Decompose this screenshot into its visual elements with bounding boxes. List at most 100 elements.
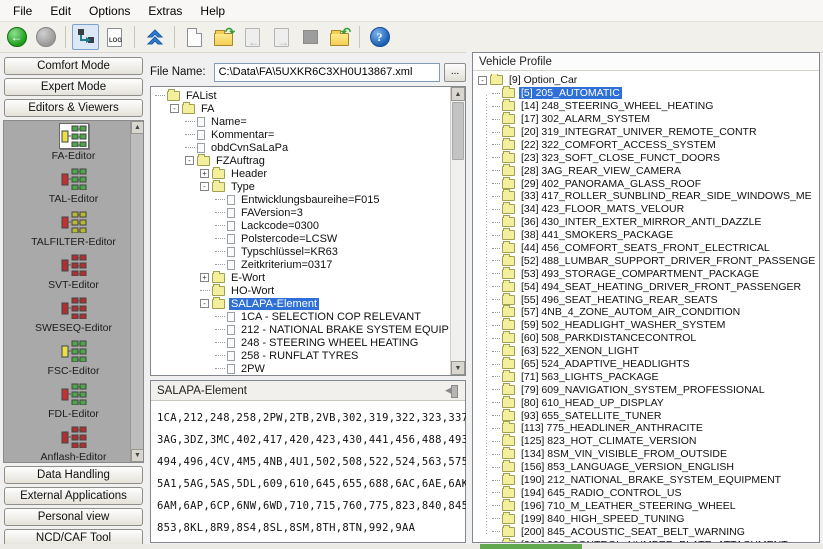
tree-row[interactable]: [93] 655_SATELLITE_TUNER xyxy=(490,408,817,422)
tree-row[interactable]: [200] 845_ACOUSTIC_SEAT_BELT_WARNING xyxy=(490,524,817,538)
salapa-content[interactable]: 1CA,212,248,258,2PW,2TB,2VB,302,319,322,… xyxy=(151,401,475,545)
tree-row[interactable]: - SALAPA-Element xyxy=(153,296,449,310)
sidebar-button-editors-viewers[interactable]: Editors & Viewers xyxy=(4,99,143,117)
collapse-icon[interactable]: - xyxy=(200,182,209,191)
editor-item-svt-editor[interactable]: SVT-Editor xyxy=(4,250,143,293)
tree-row[interactable]: [194] 645_RADIO_CONTROL_US xyxy=(490,485,817,500)
editor-item-sweseq-editor[interactable]: SWESEQ-Editor xyxy=(4,293,143,336)
tree-row[interactable]: [156] 853_LANGUAGE_VERSION_ENGLISH xyxy=(490,460,817,474)
tree-row[interactable]: Typschlüssel=KR63 xyxy=(153,245,449,258)
tree-row[interactable]: [134] 8SM_VIN_VISIBLE_FROM_OUTSIDE xyxy=(490,447,817,461)
tree-row[interactable]: - [9] Option_Car xyxy=(476,74,817,87)
tree-row[interactable]: obdCvnSaLaPa xyxy=(153,141,449,154)
tree-row[interactable]: - FZAuftrag xyxy=(153,153,449,167)
tree-row[interactable]: [17] 302_ALARM_SYSTEM xyxy=(490,112,817,126)
log-document-button[interactable]: LOG xyxy=(101,24,128,50)
tree-row[interactable]: [5] 205_AUTOMATIC xyxy=(490,86,817,100)
tree-row[interactable]: 1CA - SELECTION COP RELEVANT xyxy=(153,310,449,323)
scrollbar-thumb[interactable] xyxy=(452,102,464,160)
tree-row[interactable]: 248 - STEERING WHEEL HEATING xyxy=(153,336,449,349)
connect-button[interactable]: ← xyxy=(3,24,30,50)
tree-row[interactable]: [196] 710_M_LEATHER_STEERING_WHEEL xyxy=(490,498,817,512)
tree-row[interactable]: [54] 494_SEAT_HEATING_DRIVER_FRONT_PASSE… xyxy=(490,279,817,293)
tree-row[interactable]: [33] 417_ROLLER_SUNBLIND_REAR_SIDE_WINDO… xyxy=(490,189,817,203)
tree-row[interactable]: [59] 502_HEADLIGHT_WASHER_SYSTEM xyxy=(490,318,817,332)
editor-item-tal-editor[interactable]: TAL-Editor xyxy=(4,164,143,207)
expand-icon[interactable]: + xyxy=(200,273,209,282)
tree-row[interactable]: [22] 322_COMFORT_ACCESS_SYSTEM xyxy=(490,137,817,151)
tree-row[interactable]: Lackcode=0300 xyxy=(153,219,449,232)
tree-row[interactable]: [63] 522_XENON_LIGHT xyxy=(490,344,817,358)
tree-row[interactable]: [44] 456_COMFORT_SEATS_FRONT_ELECTRICAL xyxy=(490,241,817,255)
tree-row[interactable]: [34] 423_FLOOR_MATS_VELOUR xyxy=(490,202,817,216)
menu-item-options[interactable]: Options xyxy=(80,1,139,21)
tree-row[interactable]: Entwicklungsbaureihe=F015 xyxy=(153,193,449,206)
tree-row[interactable]: [71] 563_LIGHTS_PACKAGE xyxy=(490,369,817,383)
tree-row[interactable]: [199] 840_HIGH_SPEED_TUNING xyxy=(490,511,817,525)
tree-row[interactable]: Zeitkriterium=0317 xyxy=(153,258,449,271)
editor-item-anflash-editor[interactable]: Anflash-Editor xyxy=(4,422,143,462)
collapse-icon[interactable]: - xyxy=(200,299,209,308)
new-file-button[interactable] xyxy=(181,24,208,50)
tree-row[interactable]: Polstercode=LCSW xyxy=(153,232,449,245)
tree-row[interactable]: 258 - RUNFLAT TYRES xyxy=(153,349,449,362)
dock-left-icon[interactable] xyxy=(445,384,459,398)
tree-row[interactable]: [113] 775_HEADLINER_ANTHRACITE xyxy=(490,421,817,435)
help-button[interactable]: ? xyxy=(366,24,393,50)
expand-chevrons-button[interactable] xyxy=(141,24,168,50)
menu-item-edit[interactable]: Edit xyxy=(41,1,80,21)
tree-row[interactable]: [79] 609_NAVIGATION_SYSTEM_PROFESSIONAL xyxy=(490,382,817,396)
menu-item-extras[interactable]: Extras xyxy=(139,1,191,21)
expand-icon[interactable]: + xyxy=(200,169,209,178)
tree-row[interactable]: Kommentar= xyxy=(153,128,449,141)
tree-row[interactable]: [60] 508_PARKDISTANCECONTROL xyxy=(490,331,817,345)
fa-tree-scrollbar[interactable]: ▲ ▼ xyxy=(450,87,465,375)
tree-row[interactable]: FAList xyxy=(153,89,449,102)
tree-row[interactable]: [36] 430_INTER_EXTER_MIRROR_ANTI_DAZZLE xyxy=(490,215,817,229)
tree-row[interactable]: [190] 212_NATIONAL_BRAKE_SYSTEM_EQUIPMEN… xyxy=(490,473,817,487)
tree-row[interactable]: [29] 402_PANORAMA_GLASS_ROOF xyxy=(490,176,817,190)
tree-row[interactable]: - FA xyxy=(153,101,449,115)
tree-row[interactable]: [65] 524_ADAPTIVE_HEADLIGHTS xyxy=(490,357,817,371)
scroll-down-icon[interactable]: ▼ xyxy=(131,449,143,462)
scroll-down-icon[interactable]: ▼ xyxy=(451,361,465,375)
scroll-up-icon[interactable]: ▲ xyxy=(131,121,143,134)
tree-row[interactable]: HO-Wort xyxy=(153,283,449,297)
sidebar-button-personal-view[interactable]: Personal view xyxy=(4,508,143,526)
scroll-up-icon[interactable]: ▲ xyxy=(451,87,465,101)
tree-row[interactable]: [55] 496_SEAT_HEATING_REAR_SEATS xyxy=(490,292,817,306)
collapse-icon[interactable]: - xyxy=(170,104,179,113)
tree-row[interactable]: [125] 823_HOT_CLIMATE_VERSION xyxy=(490,434,817,448)
tree-row[interactable]: [57] 4NB_4_ZONE_AUTOM_AIR_CONDITION xyxy=(490,305,817,319)
sidebar-button-data-handling[interactable]: Data Handling xyxy=(4,466,143,484)
workflow-button[interactable] xyxy=(72,24,99,50)
menu-item-file[interactable]: File xyxy=(4,1,41,21)
tree-row[interactable]: 212 - NATIONAL BRAKE SYSTEM EQUIPMENT xyxy=(153,323,449,336)
collapse-icon[interactable]: - xyxy=(478,75,487,85)
tree-row[interactable]: [20] 319_INTEGRAT_UNIVER_REMOTE_CONTR xyxy=(490,125,817,139)
tree-row[interactable]: - Type xyxy=(153,179,449,193)
tree-row[interactable]: + Header xyxy=(153,166,449,180)
tree-row[interactable]: [28] 3AG_REAR_VIEW_CAMERA xyxy=(490,163,817,177)
collapse-icon[interactable]: - xyxy=(185,156,194,165)
tree-row[interactable]: FAVersion=3 xyxy=(153,206,449,219)
tree-row[interactable]: [38] 441_SMOKERS_PACKAGE xyxy=(490,228,817,242)
file-path-input[interactable] xyxy=(213,62,440,82)
tree-row[interactable]: + E-Wort xyxy=(153,270,449,284)
sidebar-button-external-applications[interactable]: External Applications xyxy=(4,487,143,505)
tree-row[interactable]: [80] 610_HEAD_UP_DISPLAY xyxy=(490,395,817,409)
tree-row[interactable]: Name= xyxy=(153,115,449,128)
save-folder-button[interactable]: ↶ xyxy=(326,24,353,50)
tree-row[interactable]: [52] 488_LUMBAR_SUPPORT_DRIVER_FRONT_PAS… xyxy=(490,253,817,267)
editor-item-fsc-editor[interactable]: FSC-Editor xyxy=(4,336,143,379)
browse-button[interactable]: ... xyxy=(444,62,466,82)
editor-item-fa-editor[interactable]: FA-Editor xyxy=(4,121,143,164)
tree-row[interactable]: [14] 248_STEERING_WHEEL_HEATING xyxy=(490,99,817,113)
tree-row[interactable]: [204] 992_CONTROL_NUMBER_PLATE_ATTACHMEN… xyxy=(490,537,817,542)
open-folder-button[interactable]: ↷ xyxy=(210,24,237,50)
sidebar-button-expert-mode[interactable]: Expert Mode xyxy=(4,78,143,96)
editors-scrollbar[interactable]: ▲ ▼ xyxy=(130,121,143,462)
sidebar-button-comfort-mode[interactable]: Comfort Mode xyxy=(4,57,143,75)
editor-item-talfilter-editor[interactable]: TALFILTER-Editor xyxy=(4,207,143,250)
tree-row[interactable]: [23] 323_SOFT_CLOSE_FUNCT_DOORS xyxy=(490,150,817,164)
